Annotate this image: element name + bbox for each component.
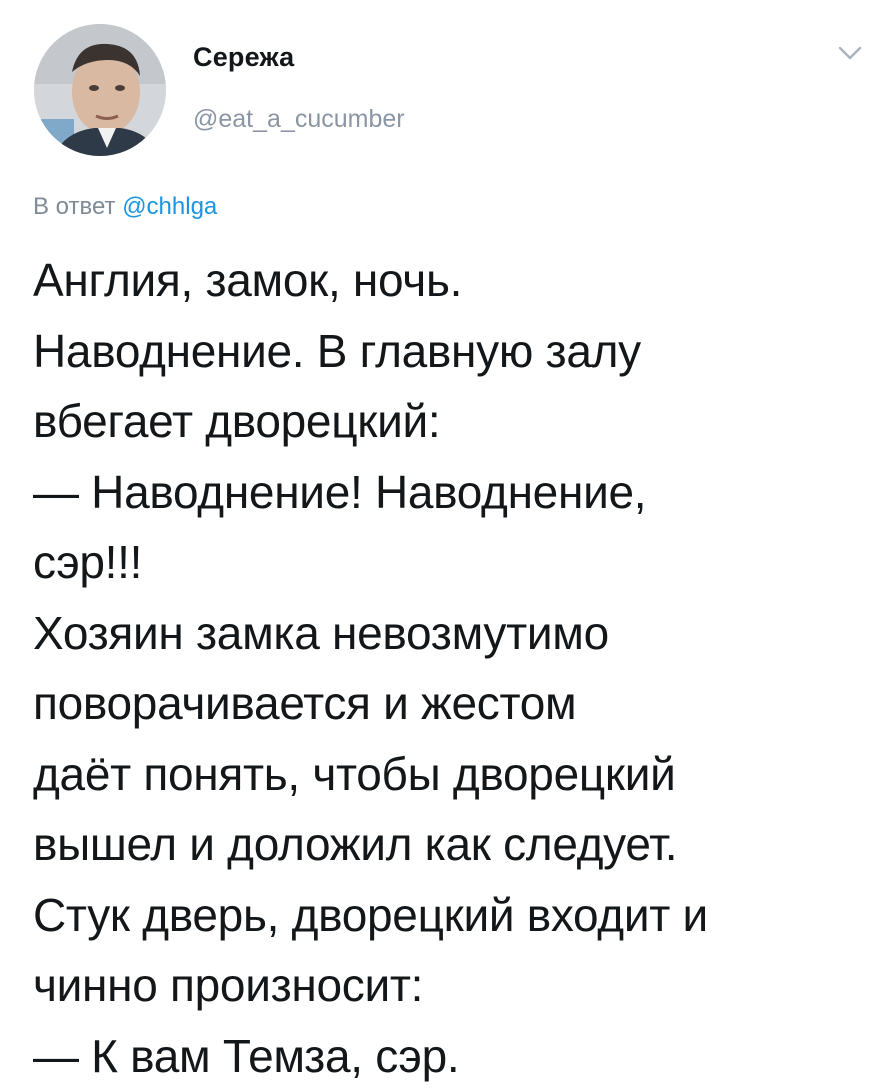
reply-prefix: В ответ bbox=[33, 193, 116, 220]
author-handle[interactable]: @eat_a_cucumber bbox=[193, 105, 405, 134]
reply-mention-link[interactable]: @chhlga bbox=[122, 193, 217, 220]
tweet-text: Англия, замок, ночь. Наводнение. В главн… bbox=[33, 245, 883, 1091]
tweet-text-line: вбегает дворецкий: bbox=[33, 386, 883, 457]
avatar[interactable] bbox=[34, 24, 166, 156]
tweet-text-line: Хозяин замка невозмутимо bbox=[33, 598, 883, 669]
tweet-text-line: Стук дверь, дворецкий входит и bbox=[33, 880, 883, 951]
tweet-text-line: — К вам Темза, сэр. bbox=[33, 1021, 883, 1091]
tweet-text-line: Англия, замок, ночь. bbox=[33, 245, 883, 316]
tweet-card: Сережа @eat_a_cucumber В ответ @chhlga А… bbox=[0, 0, 893, 1080]
tweet-text-line: поворачивается и жестом bbox=[33, 668, 883, 739]
tweet-text-line: сэр!!! bbox=[33, 527, 883, 598]
tweet-text-line: вышел и доложил как следует. bbox=[33, 809, 883, 880]
reply-context: В ответ @chhlga bbox=[33, 193, 217, 221]
tweet-text-line: — Наводнение! Наводнение, bbox=[33, 457, 883, 528]
chevron-down-icon[interactable] bbox=[838, 44, 862, 62]
tweet-text-line: чинно произносит: bbox=[33, 950, 883, 1021]
author-name[interactable]: Сережа bbox=[193, 42, 294, 73]
avatar-photo bbox=[34, 24, 166, 156]
tweet-text-line: Наводнение. В главную залу bbox=[33, 316, 883, 387]
tweet-text-line: даёт понять, чтобы дворецкий bbox=[33, 739, 883, 810]
